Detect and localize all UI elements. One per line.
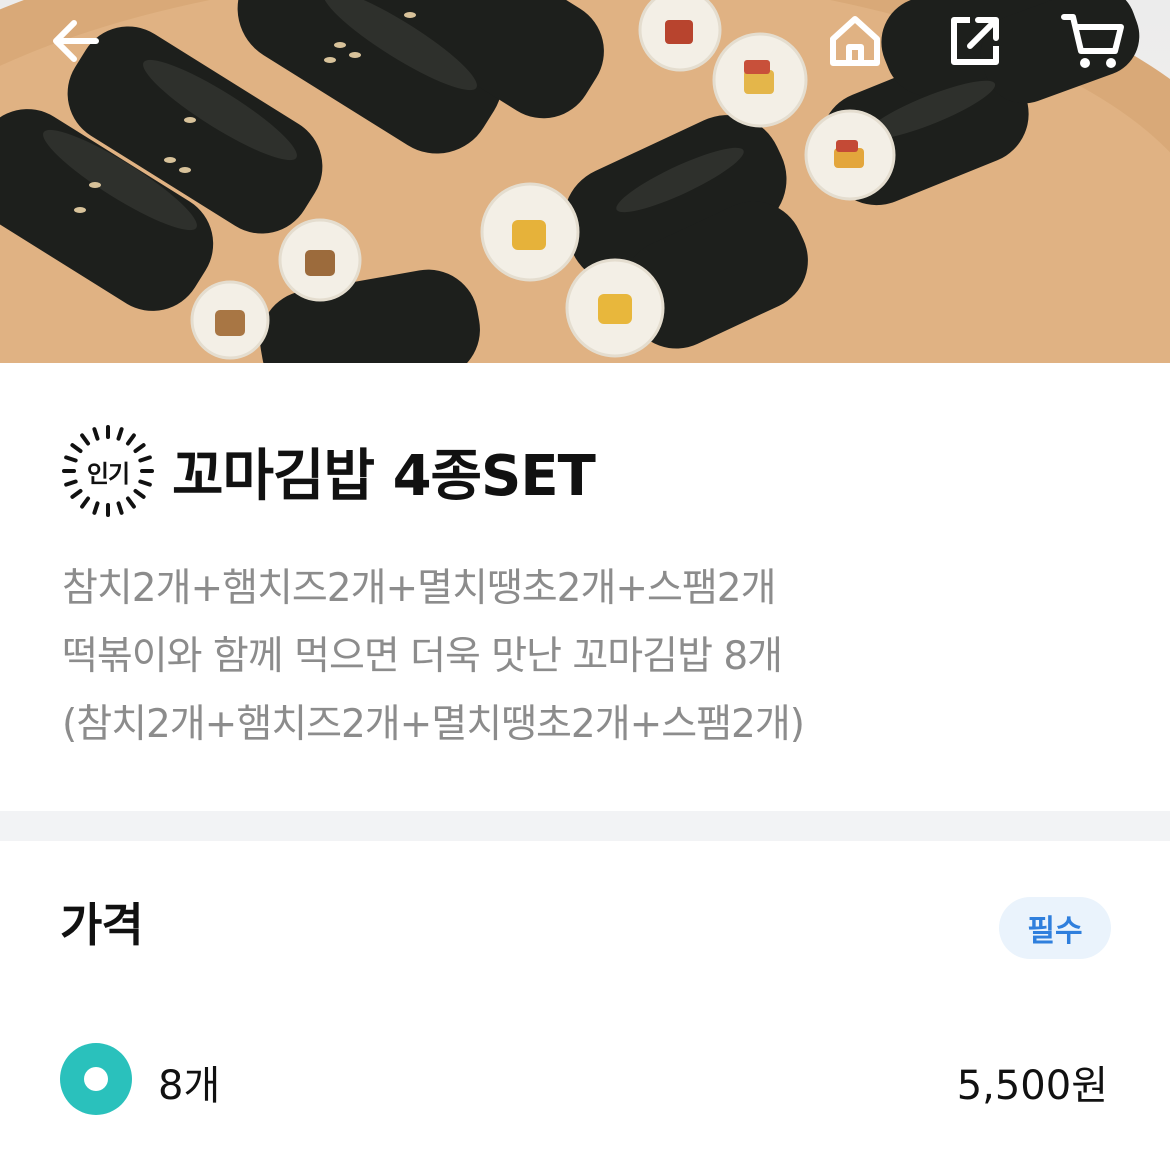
back-button[interactable] [40,8,110,74]
sunburst-ray [70,488,83,499]
product-title: 꼬마김밥 4종SET [172,443,596,509]
sunburst-ray [92,501,100,515]
sunburst-ray [64,455,78,463]
sunburst-ray [133,488,146,499]
option-radio-selected[interactable] [60,1043,132,1115]
price-heading: 가격 [60,898,144,952]
product-description: 참치2개+햄치즈2개+멸치땡초2개+스팸2개 떡볶이와 함께 먹으면 더욱 맛난… [62,555,1122,759]
popular-badge: 인기 [60,423,156,519]
sunburst-ray [116,501,124,515]
sunburst-ray [133,443,146,454]
arrow-left-icon [53,20,99,62]
share-button[interactable] [940,8,1010,74]
required-badge: 필수 [999,897,1111,959]
sunburst-ray [64,479,78,487]
option-label: 8개 [158,1063,221,1109]
description-line: 참치2개+햄치즈2개+멸치땡초2개+스팸2개 [62,566,777,611]
radio-dot [84,1067,108,1091]
home-icon [830,16,880,66]
price-option-section: 가격 필수 8개 5,500원 [0,841,1170,1158]
share-icon [951,17,999,65]
option-price: 5,500원 [956,1063,1108,1109]
sunburst-ray [92,427,100,441]
product-info-section: 인기 꼬마김밥 4종SET 참치2개+햄치즈2개+멸치땡초2개+스팸2개 떡볶이… [0,363,1170,811]
cart-icon [1061,14,1124,68]
price-option-row[interactable]: 8개 5,500원 [0,1039,1170,1119]
sunburst-ray [80,496,91,509]
product-hero-image [0,0,1170,363]
sunburst-ray [80,433,91,446]
sunburst-ray [116,427,124,441]
description-line: (참치2개+햄치즈2개+멸치땡초2개+스팸2개) [62,702,805,747]
top-navigation-bar [0,0,1170,90]
popular-badge-label: 인기 [86,459,130,488]
product-title-row: 인기 꼬마김밥 4종SET [60,421,596,521]
sunburst-ray [125,496,136,509]
section-divider [0,811,1170,841]
description-line: 떡볶이와 함께 먹으면 더욱 맛난 꼬마김밥 8개 [62,634,783,679]
sunburst-ray [70,443,83,454]
cart-button[interactable] [1058,8,1128,74]
sunburst-ray [138,479,152,487]
home-button[interactable] [820,8,890,74]
sunburst-ray [138,455,152,463]
sunburst-ray [125,433,136,446]
